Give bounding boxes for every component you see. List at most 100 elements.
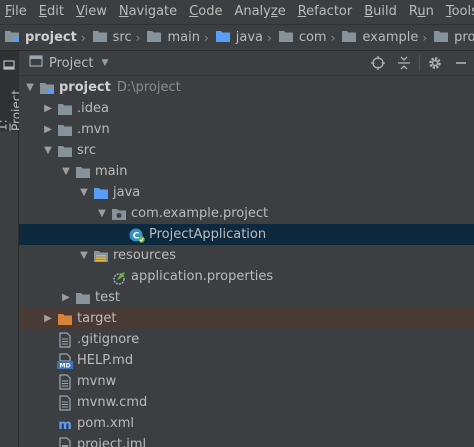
menu-navigate[interactable]: Navigate	[113, 0, 183, 24]
folder-icon	[75, 164, 91, 180]
expand-arrow-icon[interactable]: ▼	[59, 166, 73, 177]
spring-properties-icon	[111, 269, 127, 285]
menu-file[interactable]: File	[0, 0, 33, 24]
collapse-all-icon	[398, 56, 410, 70]
project-view-icon	[29, 54, 43, 72]
tree-node-resources[interactable]: ▼ resources	[19, 245, 474, 266]
folder-icon	[57, 122, 73, 138]
collapse-all-button[interactable]	[391, 51, 417, 75]
breadcrumb-label: com	[298, 30, 327, 45]
tree-node-mvn[interactable]: ▶ .mvn	[19, 119, 474, 140]
tree-node-main[interactable]: ▼ main	[19, 161, 474, 182]
collapse-arrow-icon[interactable]: ▶	[41, 313, 55, 324]
menu-analyze[interactable]: Analyze	[228, 0, 291, 24]
tree-node-mvnw[interactable]: mvnw	[19, 371, 474, 392]
text-file-icon	[57, 331, 73, 348]
expand-arrow-icon[interactable]: ▼	[41, 145, 55, 156]
module-folder-icon	[4, 29, 20, 47]
breadcrumb-project[interactable]: project	[429, 29, 474, 47]
tree-node-label: .idea	[77, 101, 109, 116]
project-tree[interactable]: ▼ project D:\project ▶ .idea ▶ .mvn ▼ src ▼ main ▼ j…	[19, 77, 474, 447]
tree-node-gitignore[interactable]: .gitignore	[19, 329, 474, 350]
tree-node-pom-xml[interactable]: m pom.xml	[19, 413, 474, 434]
navigation-bar: project›src›main›java›com›example›projec…	[0, 24, 474, 51]
tree-node-label: mvnw.cmd	[77, 395, 148, 410]
tree-node-projectapplication[interactable]: C ProjectApplication	[19, 224, 474, 245]
chevron-right-icon: ›	[135, 30, 141, 45]
project-tool-window-header: Project ▼	[19, 51, 474, 76]
tree-node-target[interactable]: ▶ target	[19, 308, 474, 329]
tree-node-java[interactable]: ▼ java	[19, 182, 474, 203]
breadcrumb-label: example	[362, 30, 419, 45]
tree-node-project[interactable]: ▼ project D:\project	[19, 77, 474, 98]
settings-button[interactable]	[422, 51, 448, 75]
menu-tools[interactable]: Tools	[440, 0, 474, 24]
svg-text:MD: MD	[60, 362, 71, 369]
project-tab-number: 1	[0, 123, 10, 131]
breadcrumb-label: project	[25, 30, 77, 45]
breadcrumb-com[interactable]: com	[274, 29, 329, 47]
folder-icon	[57, 101, 73, 117]
tree-node-label: main	[95, 164, 128, 179]
tree-node-label: .mvn	[77, 122, 110, 137]
expand-arrow-icon[interactable]: ▼	[77, 187, 91, 198]
maven-file-icon: m	[57, 416, 73, 432]
chevron-down-icon: ▼	[101, 58, 109, 68]
source-folder-icon	[93, 185, 109, 201]
tree-node-label: project.iml	[77, 437, 147, 447]
markdown-file-icon: MD	[57, 352, 73, 369]
breadcrumb-main[interactable]: main	[142, 29, 201, 47]
package-icon	[111, 206, 127, 222]
chevron-right-icon: ›	[422, 30, 428, 45]
tree-node-project-iml[interactable]: project.iml	[19, 434, 474, 447]
chevron-right-icon: ›	[80, 30, 86, 45]
menu-run[interactable]: Run	[403, 0, 440, 24]
project-tool-tab[interactable]: 1: Project	[0, 51, 24, 131]
crosshair-icon	[371, 56, 385, 70]
hide-button[interactable]	[448, 51, 474, 75]
locate-file-button[interactable]	[365, 51, 391, 75]
folder-icon	[92, 29, 108, 47]
collapse-arrow-icon[interactable]: ▶	[41, 124, 55, 135]
collapse-arrow-icon[interactable]: ▶	[41, 103, 55, 114]
tree-node-com-example-project[interactable]: ▼ com.example.project	[19, 203, 474, 224]
expand-arrow-icon[interactable]: ▼	[77, 250, 91, 261]
folder-icon	[75, 290, 91, 306]
chevron-right-icon: ›	[203, 30, 209, 45]
menu-refactor[interactable]: Refactor	[292, 0, 359, 24]
expand-arrow-icon[interactable]: ▼	[23, 82, 37, 93]
tree-node-label: resources	[113, 248, 177, 263]
tree-node-src[interactable]: ▼ src	[19, 140, 474, 161]
menu-build[interactable]: Build	[358, 0, 403, 24]
folder-icon	[341, 29, 357, 47]
breadcrumb-src[interactable]: src	[88, 29, 134, 47]
text-file-icon	[57, 394, 73, 411]
chevron-right-icon: ›	[330, 30, 336, 45]
tree-node-label: test	[95, 290, 120, 305]
menu-code[interactable]: Code	[183, 0, 228, 24]
menu-view[interactable]: View	[70, 0, 113, 24]
collapse-arrow-icon[interactable]: ▶	[59, 292, 73, 303]
menu-bar: File Edit View Navigate Code Analyze Refactor B…	[0, 0, 474, 24]
tree-node-path: D:\project	[116, 80, 181, 95]
header-separator	[419, 55, 420, 71]
breadcrumb-label: src	[112, 30, 132, 45]
svg-text:m: m	[58, 418, 72, 432]
breadcrumb-java[interactable]: java	[211, 29, 265, 47]
breadcrumb-project[interactable]: project	[0, 29, 79, 47]
expand-arrow-icon[interactable]: ▼	[95, 208, 109, 219]
tree-node-help-md[interactable]: MD HELP.md	[19, 350, 474, 371]
tree-node-test[interactable]: ▶ test	[19, 287, 474, 308]
tree-node-label: com.example.project	[131, 206, 269, 221]
tree-node-label: .gitignore	[77, 332, 140, 347]
tree-node-idea[interactable]: ▶ .idea	[19, 98, 474, 119]
folder-icon	[57, 143, 73, 159]
tree-node-mvnw-cmd[interactable]: mvnw.cmd	[19, 392, 474, 413]
project-view-selector[interactable]: Project ▼	[29, 54, 108, 72]
tree-node-label: pom.xml	[77, 416, 134, 431]
iml-file-icon	[57, 436, 73, 447]
menu-edit[interactable]: Edit	[33, 0, 70, 24]
breadcrumb-example[interactable]: example	[337, 29, 420, 47]
tree-node-label: project	[59, 80, 111, 95]
tree-node-application-properties[interactable]: application.properties	[19, 266, 474, 287]
